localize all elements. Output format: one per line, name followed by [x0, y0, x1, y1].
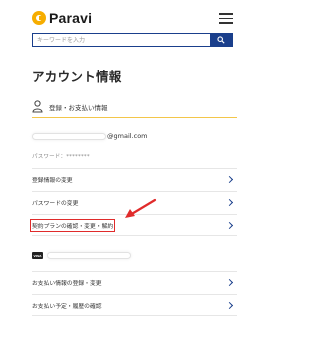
- link-payment-info[interactable]: お支払い情報の登録・変更: [32, 271, 237, 293]
- redacted-email-user: [32, 132, 106, 140]
- section-label: 登録・お支払い情報: [49, 103, 108, 112]
- search-input[interactable]: [33, 34, 210, 46]
- hamburger-menu-icon[interactable]: [219, 13, 233, 24]
- redacted-card-number: [47, 252, 131, 259]
- chevron-right-icon: [225, 175, 234, 184]
- search-icon: [217, 36, 225, 44]
- link-label: パスワードの変更: [32, 201, 79, 207]
- card-brand: VISA: [33, 253, 42, 258]
- email-domain: @gmail.com: [107, 132, 148, 140]
- paravi-logo[interactable]: Paravi: [32, 10, 92, 26]
- search-button[interactable]: [210, 34, 232, 46]
- link-edit-registration[interactable]: 登録情報の変更: [32, 168, 237, 190]
- link-label: 登録情報の変更: [32, 178, 73, 184]
- chevron-right-icon: [225, 278, 234, 287]
- paravi-logo-icon: [32, 11, 46, 25]
- page-title: アカウント情報: [32, 69, 122, 84]
- chevron-right-icon: [225, 221, 234, 229]
- card-display: VISA: [32, 252, 131, 259]
- person-icon: [32, 100, 43, 113]
- brand-name: Paravi: [49, 10, 93, 26]
- section-header: 登録・お支払い情報: [32, 96, 237, 118]
- chevron-right-icon: [225, 301, 234, 309]
- visa-card-icon: VISA: [32, 252, 43, 259]
- password-display: パスワード：********: [32, 154, 90, 160]
- annotation-arrow-icon: [125, 198, 157, 218]
- email-display: @gmail.com: [32, 132, 148, 140]
- site-header: Paravi: [0, 0, 284, 32]
- chevron-right-icon: [225, 198, 234, 207]
- link-label: お支払い予定・履歴の確認: [32, 303, 102, 310]
- link-payment-history[interactable]: お支払い予定・履歴の確認: [32, 294, 237, 316]
- search-bar: [32, 33, 233, 47]
- link-label: お支払い情報の登録・変更: [32, 281, 102, 287]
- link-label: 契約プランの確認・変更・解約: [29, 218, 116, 232]
